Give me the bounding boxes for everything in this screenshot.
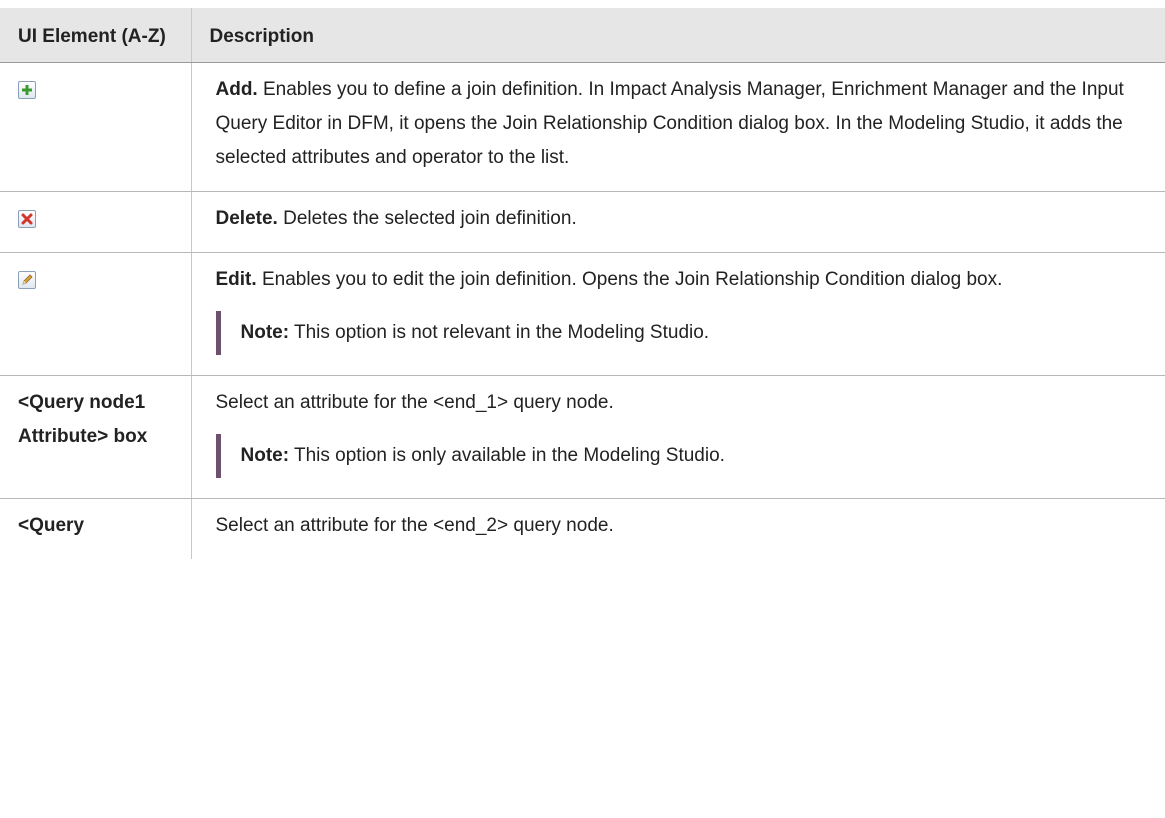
element-description: Enables you to edit the join definition.… bbox=[261, 269, 1003, 290]
element-cell bbox=[0, 191, 192, 253]
element-description: Deletes the selected join definition. bbox=[283, 208, 577, 229]
note-callout: Note: This option is only available in t… bbox=[215, 434, 1154, 478]
table-header-row: UI Element (A-Z) Description bbox=[0, 8, 1165, 63]
element-description: Select an attribute for the <end_2> quer… bbox=[215, 515, 614, 536]
table-row-delete: Delete. Deletes the selected join defini… bbox=[0, 191, 1165, 253]
element-description: Select an attribute for the <end_1> quer… bbox=[215, 392, 614, 413]
table-row-query-node1: <Query node1 Attribute> box Select an at… bbox=[0, 375, 1165, 499]
description-cell: Select an attribute for the <end_2> quer… bbox=[191, 499, 1165, 560]
element-cell bbox=[0, 252, 192, 376]
element-cell: <Query node1 Attribute> box bbox=[0, 375, 192, 499]
edit-icon bbox=[18, 271, 36, 289]
description-cell: Delete. Deletes the selected join defini… bbox=[191, 191, 1165, 253]
note-callout: Note: This option is not relevant in the… bbox=[215, 311, 1154, 355]
note-label: Note: bbox=[240, 322, 290, 343]
element-title: Delete. bbox=[215, 208, 278, 229]
note-text: This option is only available in the Mod… bbox=[294, 445, 725, 466]
add-icon bbox=[18, 81, 36, 99]
delete-icon bbox=[18, 210, 36, 228]
header-ui-element: UI Element (A-Z) bbox=[0, 8, 192, 63]
note-label: Note: bbox=[240, 445, 290, 466]
table-row-edit: Edit. Enables you to edit the join defin… bbox=[0, 252, 1165, 376]
document-page: UI Element (A-Z) Description Add. Enable… bbox=[0, 0, 1165, 818]
element-cell bbox=[0, 62, 192, 192]
note-text: This option is not relevant in the Model… bbox=[294, 322, 710, 343]
description-cell: Edit. Enables you to edit the join defin… bbox=[191, 252, 1165, 376]
element-title: Add. bbox=[215, 79, 258, 100]
description-cell: Add. Enables you to define a join defini… bbox=[191, 62, 1165, 192]
description-cell: Select an attribute for the <end_1> quer… bbox=[191, 375, 1165, 499]
element-description: Enables you to define a join definition.… bbox=[215, 79, 1124, 168]
table-row-query-node2: <Query Select an attribute for the <end_… bbox=[0, 498, 1165, 560]
table-row-add: Add. Enables you to define a join defini… bbox=[0, 62, 1165, 192]
element-cell: <Query bbox=[0, 498, 192, 559]
ui-elements-table: UI Element (A-Z) Description Add. Enable… bbox=[0, 8, 1165, 559]
element-title: Edit. bbox=[215, 269, 257, 290]
header-description: Description bbox=[191, 8, 1165, 63]
